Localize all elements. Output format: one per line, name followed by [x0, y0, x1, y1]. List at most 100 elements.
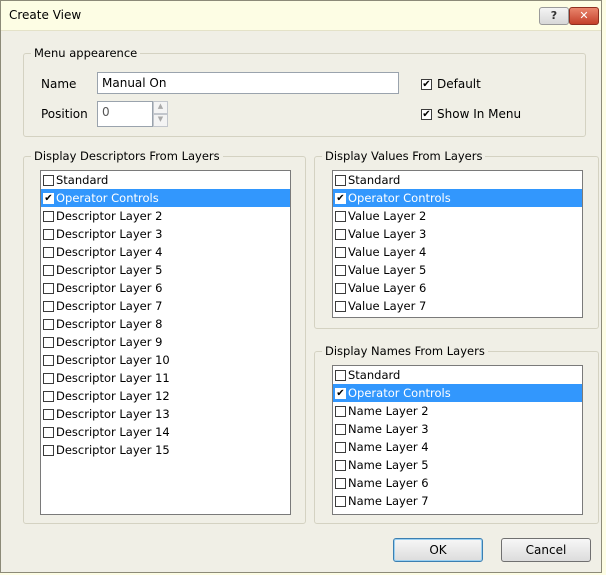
item-checkbox[interactable]: [335, 246, 346, 258]
item-checkbox[interactable]: [335, 174, 346, 186]
item-checkbox[interactable]: [43, 246, 54, 258]
item-checkbox[interactable]: [43, 372, 54, 384]
list-item[interactable]: Name Layer 4: [333, 438, 582, 456]
list-item[interactable]: Descriptor Layer 11: [41, 369, 290, 387]
item-checkbox[interactable]: ✔: [335, 192, 346, 204]
checkmark-icon: ✔: [336, 192, 345, 204]
list-item[interactable]: Value Layer 6: [333, 279, 582, 297]
close-button[interactable]: ✕: [569, 7, 599, 25]
item-checkbox[interactable]: [43, 318, 54, 330]
item-checkbox[interactable]: [43, 228, 54, 240]
position-field[interactable]: 0: [97, 101, 153, 127]
checkmark-icon: ✔: [422, 78, 431, 90]
names-list[interactable]: Standard ✔ Operator Controls Name Layer 2 Na…: [332, 365, 583, 515]
list-item[interactable]: Standard: [333, 366, 582, 384]
item-checkbox[interactable]: [43, 300, 54, 312]
item-checkbox[interactable]: ✔: [335, 387, 346, 399]
item-checkbox[interactable]: [43, 408, 54, 420]
item-checkbox[interactable]: [335, 495, 346, 507]
list-item[interactable]: Name Layer 2: [333, 402, 582, 420]
name-label: Name: [41, 77, 77, 91]
default-label: Default: [437, 77, 481, 91]
list-item[interactable]: Descriptor Layer 14: [41, 423, 290, 441]
checkmark-icon: ✔: [422, 108, 431, 120]
list-item[interactable]: Descriptor Layer 2: [41, 207, 290, 225]
list-item[interactable]: Descriptor Layer 6: [41, 279, 290, 297]
item-label: Descriptor Layer 7: [56, 299, 163, 313]
list-item[interactable]: Value Layer 3: [333, 225, 582, 243]
list-item[interactable]: ✔ Operator Controls: [333, 384, 582, 402]
item-checkbox[interactable]: [43, 444, 54, 456]
item-checkbox[interactable]: [335, 423, 346, 435]
list-item[interactable]: Descriptor Layer 5: [41, 261, 290, 279]
default-checkbox[interactable]: ✔ Default: [421, 77, 481, 91]
window-title: Create View: [9, 8, 82, 22]
show-in-menu-check-box[interactable]: ✔: [421, 108, 432, 120]
create-view-dialog: Create View ? ✕ Menu appearence Name Man…: [0, 0, 602, 573]
values-list[interactable]: Standard ✔ Operator Controls Value Layer 2V…: [332, 170, 583, 318]
list-item[interactable]: Value Layer 4: [333, 243, 582, 261]
list-item[interactable]: Value Layer 7: [333, 297, 582, 315]
list-item[interactable]: Descriptor Layer 8: [41, 315, 290, 333]
item-checkbox[interactable]: [43, 354, 54, 366]
list-item[interactable]: ✔ Operator Controls: [41, 189, 290, 207]
item-label: Value Layer 6: [348, 281, 427, 295]
names-group-label: Display Names From Layers: [322, 344, 488, 358]
list-item[interactable]: Name Layer 5: [333, 456, 582, 474]
item-checkbox[interactable]: [335, 282, 346, 294]
item-label: Name Layer 4: [348, 440, 429, 454]
spin-down-icon: ▼: [157, 115, 164, 123]
list-item[interactable]: Descriptor Layer 15: [41, 441, 290, 459]
list-item[interactable]: Descriptor Layer 9: [41, 333, 290, 351]
item-checkbox[interactable]: [335, 441, 346, 453]
item-checkbox[interactable]: [335, 405, 346, 417]
list-item[interactable]: ✔ Operator Controls: [333, 189, 582, 207]
list-item[interactable]: Descriptor Layer 7: [41, 297, 290, 315]
show-in-menu-checkbox[interactable]: ✔ Show In Menu: [421, 107, 521, 121]
list-item[interactable]: Descriptor Layer 4: [41, 243, 290, 261]
item-checkbox[interactable]: ✔: [43, 192, 54, 204]
item-checkbox[interactable]: [43, 210, 54, 222]
descriptors-group-label: Display Descriptors From Layers: [31, 149, 223, 163]
list-item[interactable]: Descriptor Layer 13: [41, 405, 290, 423]
show-in-menu-label: Show In Menu: [437, 107, 522, 121]
list-item[interactable]: Standard: [333, 171, 582, 189]
item-label: Descriptor Layer 9: [56, 335, 163, 349]
list-item[interactable]: Value Layer 5: [333, 261, 582, 279]
position-spin-up[interactable]: ▲: [153, 101, 168, 114]
item-checkbox[interactable]: [335, 210, 346, 222]
item-label: Standard: [348, 368, 401, 382]
list-item[interactable]: Name Layer 6: [333, 474, 582, 492]
list-item[interactable]: Name Layer 7: [333, 492, 582, 510]
item-checkbox[interactable]: [43, 336, 54, 348]
list-item[interactable]: Value Layer 2: [333, 207, 582, 225]
item-checkbox[interactable]: [335, 300, 346, 312]
checkmark-icon: ✔: [44, 192, 53, 204]
ok-button[interactable]: OK: [393, 538, 483, 562]
help-icon: ?: [550, 9, 558, 22]
list-item[interactable]: Descriptor Layer 3: [41, 225, 290, 243]
list-item[interactable]: Descriptor Layer 12: [41, 387, 290, 405]
item-checkbox[interactable]: [43, 282, 54, 294]
item-checkbox[interactable]: [335, 477, 346, 489]
list-item[interactable]: Descriptor Layer 10: [41, 351, 290, 369]
descriptors-list[interactable]: Standard ✔ Operator Controls Descriptor Lay…: [40, 170, 291, 515]
item-checkbox[interactable]: [335, 228, 346, 240]
item-checkbox[interactable]: [335, 369, 346, 381]
item-checkbox[interactable]: [43, 426, 54, 438]
item-checkbox[interactable]: [43, 174, 54, 186]
item-checkbox[interactable]: [335, 264, 346, 276]
title-bar[interactable]: Create View ? ✕: [1, 1, 601, 31]
cancel-button[interactable]: Cancel: [501, 538, 591, 562]
item-checkbox[interactable]: [335, 459, 346, 471]
list-item[interactable]: Name Layer 3: [333, 420, 582, 438]
item-checkbox[interactable]: [43, 390, 54, 402]
item-label: Value Layer 7: [348, 299, 427, 313]
position-spin-down[interactable]: ▼: [153, 114, 168, 127]
name-field[interactable]: Manual On: [97, 72, 399, 94]
default-check-box[interactable]: ✔: [421, 78, 432, 90]
help-button[interactable]: ?: [539, 7, 569, 25]
close-icon: ✕: [579, 9, 589, 22]
item-checkbox[interactable]: [43, 264, 54, 276]
list-item[interactable]: Standard: [41, 171, 290, 189]
